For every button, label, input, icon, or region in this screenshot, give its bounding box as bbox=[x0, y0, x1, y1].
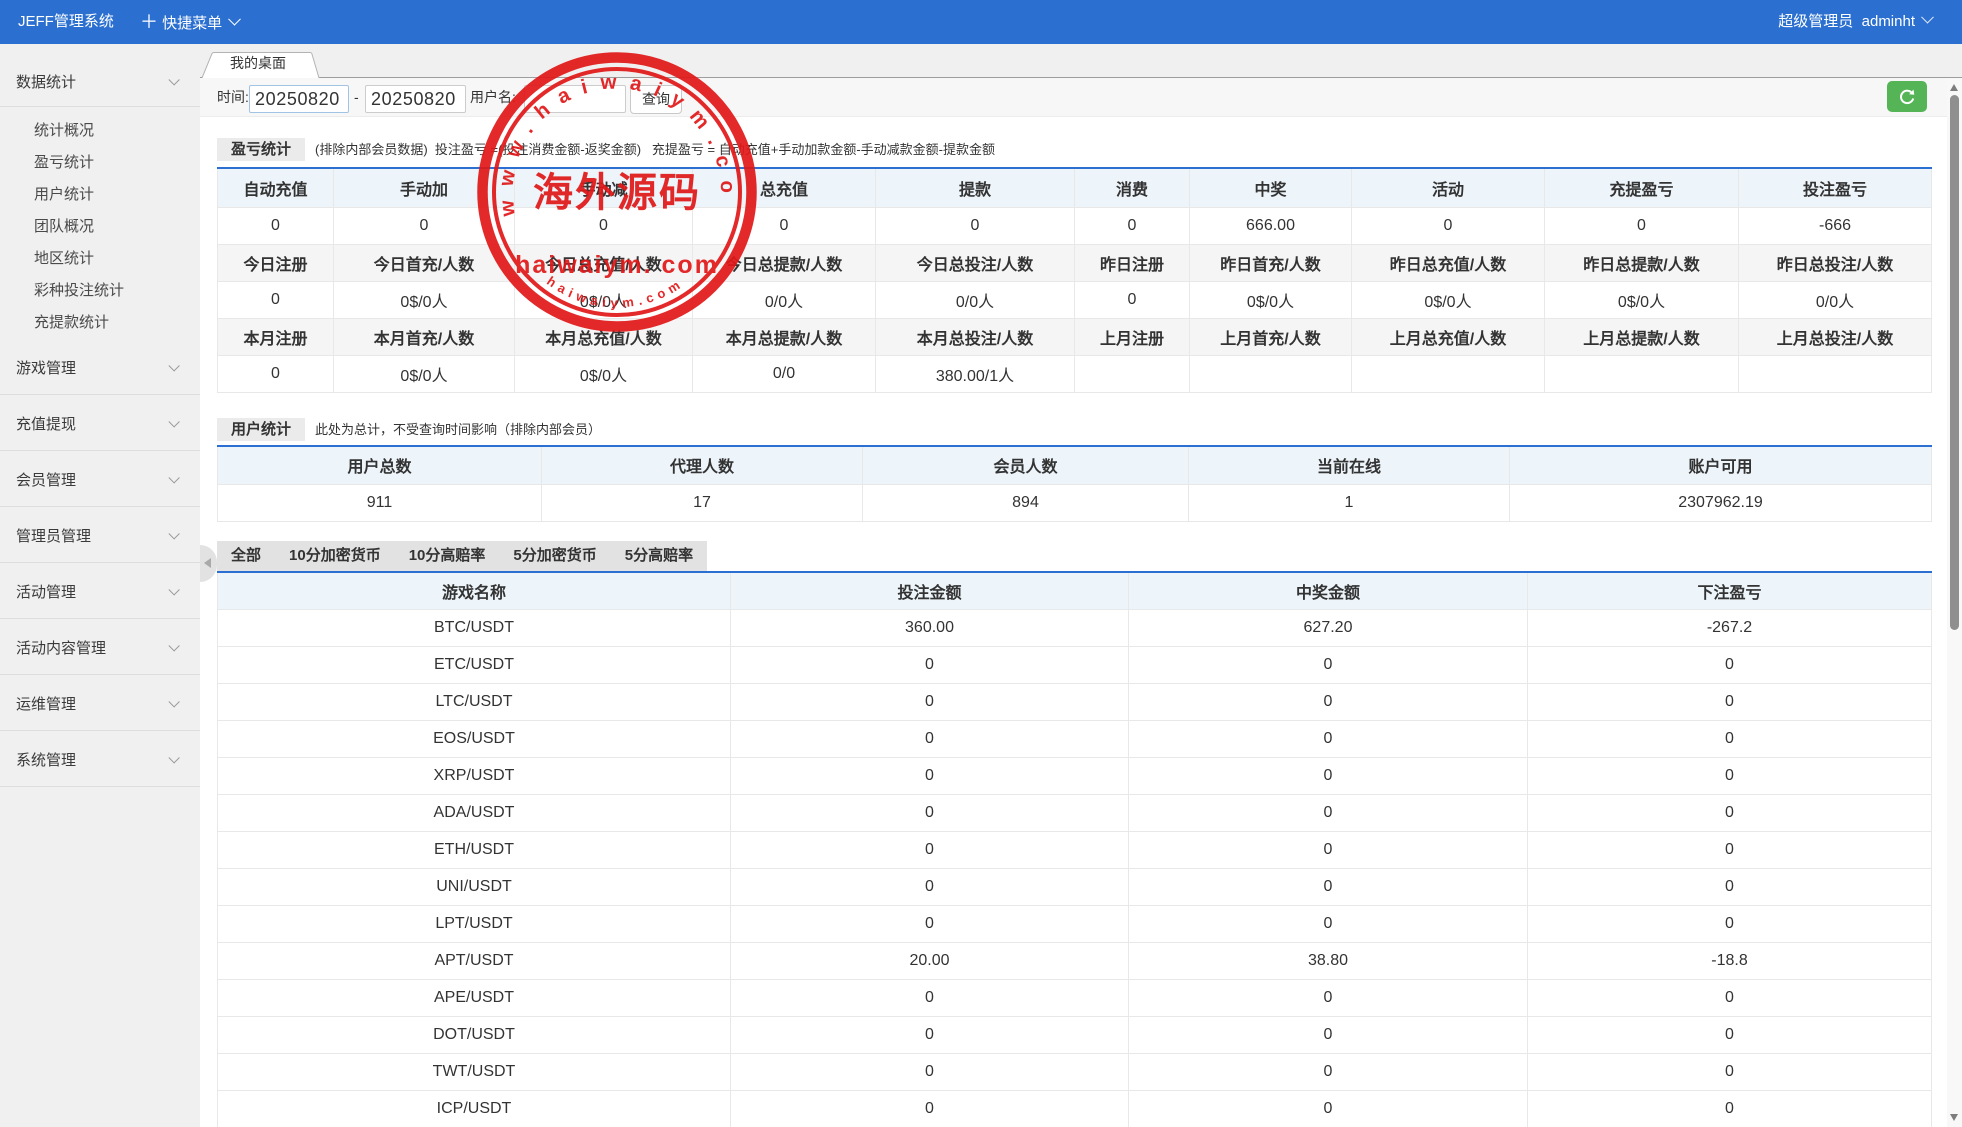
svg-text:haiwaiym. com: haiwaiym. com bbox=[515, 251, 719, 279]
svg-text:海外源码: 海外源码 bbox=[533, 170, 701, 215]
